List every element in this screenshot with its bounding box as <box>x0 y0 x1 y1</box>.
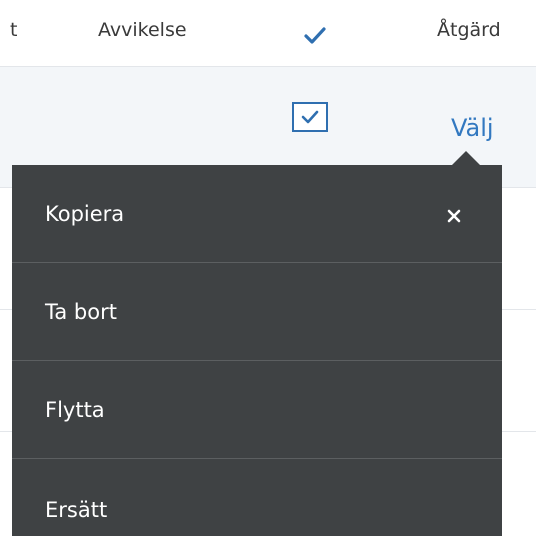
select-action-link[interactable]: Välj <box>451 108 494 148</box>
menu-item-replace[interactable]: Ersätt <box>12 461 502 536</box>
column-header-checkmark-icon <box>301 22 329 50</box>
menu-item-label: Flytta <box>45 398 105 422</box>
menu-item-label: Ersätt <box>45 498 108 522</box>
column-header-partial: t <box>10 19 18 41</box>
column-header-deviation[interactable]: Avvikelse <box>98 10 187 50</box>
action-context-menu: Kopiera Ta bort Flytta Ersätt <box>12 165 502 536</box>
menu-item-label: Ta bort <box>45 300 117 324</box>
checkbox-checkmark-icon <box>301 110 319 124</box>
table-view: t Avvikelse Åtgärd Välj Kopiera Ta bort … <box>0 0 536 536</box>
menu-item-copy[interactable]: Kopiera <box>12 165 502 263</box>
menu-item-move[interactable]: Flytta <box>12 361 502 459</box>
menu-item-delete[interactable]: Ta bort <box>12 263 502 361</box>
column-header-action[interactable]: Åtgärd <box>437 10 501 50</box>
menu-pointer <box>452 151 480 165</box>
menu-item-label: Kopiera <box>45 202 125 226</box>
close-icon[interactable] <box>446 205 462 223</box>
row-checkbox[interactable] <box>292 102 328 132</box>
